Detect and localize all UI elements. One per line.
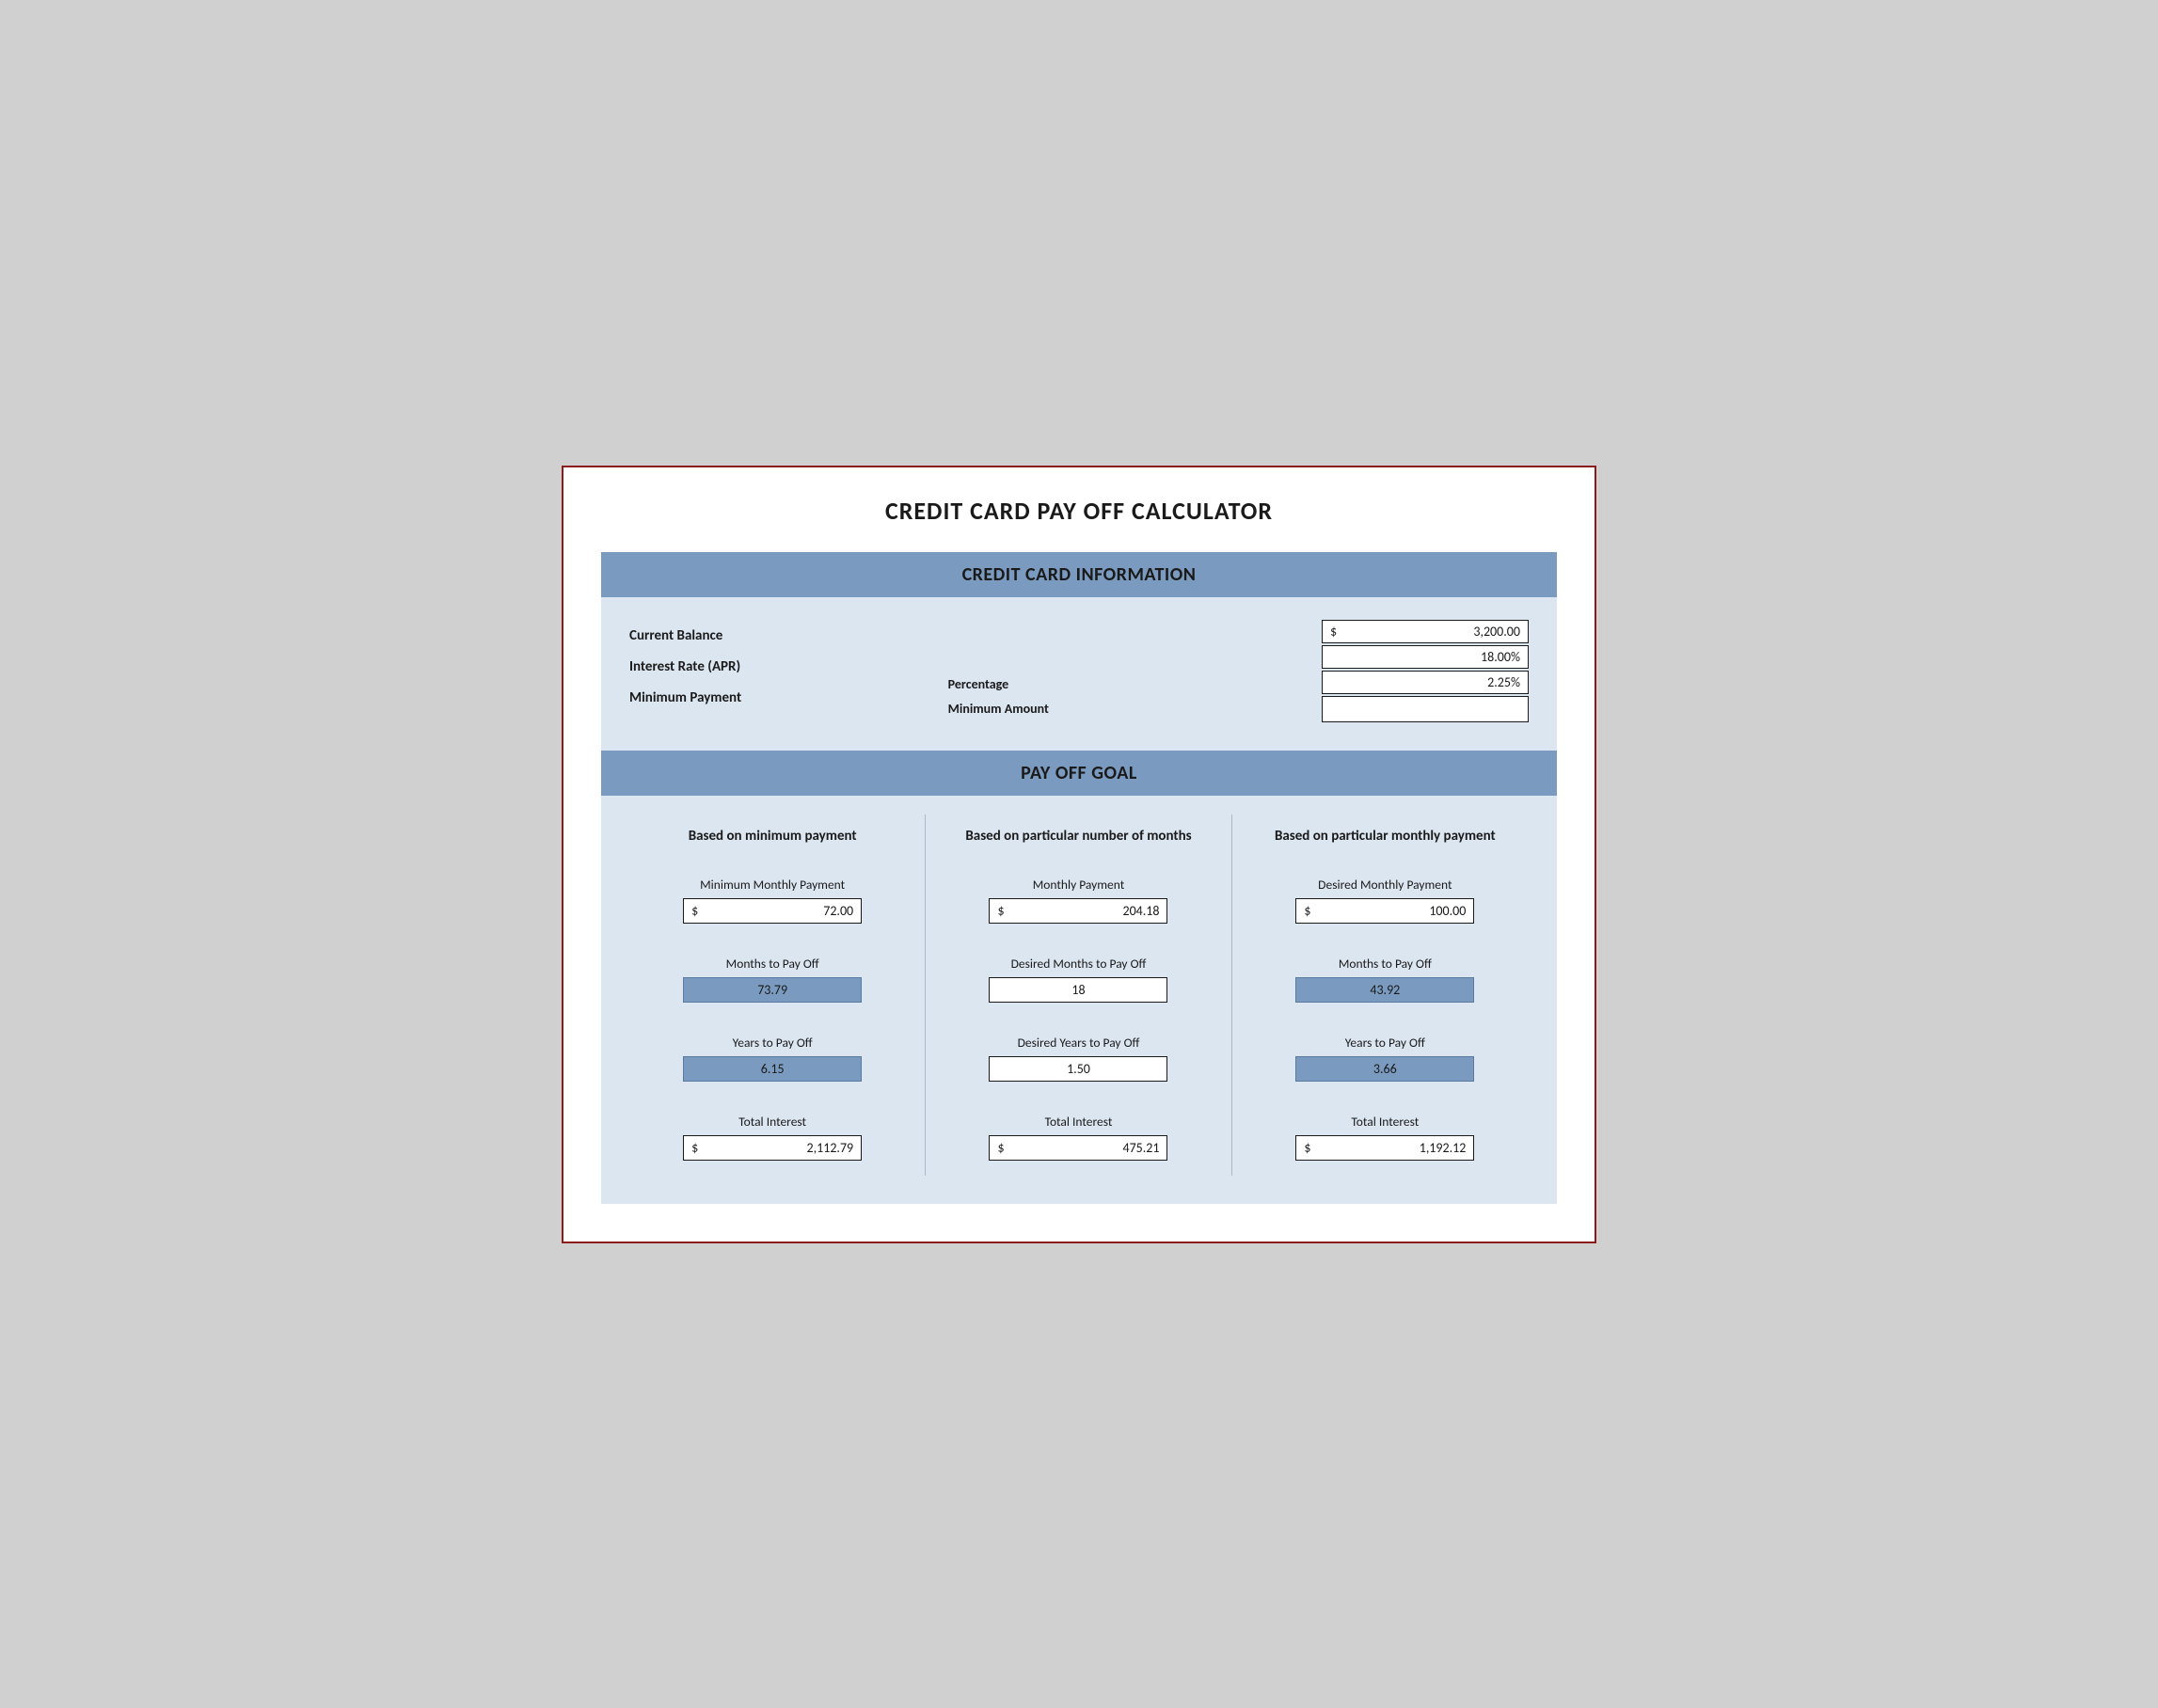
col1-payment-group: Minimum Monthly Payment $ 72.00: [634, 877, 911, 924]
calculator-container: CREDIT CARD PAY OFF CALCULATOR CREDIT CA…: [562, 466, 1596, 1243]
col1-interest-field: $ 2,112.79: [683, 1135, 862, 1161]
minimum-amount-label: Minimum Amount: [948, 697, 1230, 722]
current-balance-label: Current Balance: [629, 624, 929, 649]
col2-payment-label: Monthly Payment: [1033, 877, 1125, 893]
col2-interest-value: 475.21: [1010, 1140, 1160, 1156]
col1-years-group: Years to Pay Off 6.15: [634, 1035, 911, 1082]
col2-interest-group: Total Interest $ 475.21: [940, 1114, 1216, 1161]
col2-interest-field: $ 475.21: [989, 1135, 1167, 1161]
minimum-payment-pct-value: 2.25%: [1330, 674, 1520, 690]
col1-title: Based on minimum payment: [689, 814, 857, 860]
col1-interest-label: Total Interest: [738, 1114, 806, 1130]
col1-payment-field[interactable]: $ 72.00: [683, 898, 862, 924]
col1-months-group: Months to Pay Off 73.79: [634, 956, 911, 1003]
col1-interest-value: 2,112.79: [704, 1140, 853, 1156]
interest-rate-label: Interest Rate (APR): [629, 655, 929, 680]
payoff-section: PAY OFF GOAL Based on minimum payment Mi…: [601, 751, 1557, 1204]
current-balance-value: 3,200.00: [1342, 624, 1520, 640]
col1-months-value: 73.79: [683, 977, 862, 1003]
col2-months-label: Desired Months to Pay Off: [1011, 956, 1147, 972]
col3-interest-label: Total Interest: [1351, 1114, 1419, 1130]
col3-interest-field: $ 1,192.12: [1295, 1135, 1474, 1161]
col2-years-group: Desired Years to Pay Off 1.50: [940, 1035, 1216, 1082]
payoff-col-2: Based on particular number of months Mon…: [926, 814, 1231, 1176]
col3-years-group: Years to Pay Off 3.66: [1246, 1035, 1524, 1082]
col2-months-value[interactable]: 18: [989, 977, 1167, 1003]
credit-info-header: CREDIT CARD INFORMATION: [601, 552, 1557, 597]
col3-payment-label: Desired Monthly Payment: [1318, 877, 1452, 893]
payoff-col-1: Based on minimum payment Minimum Monthly…: [620, 814, 926, 1176]
col2-interest-label: Total Interest: [1045, 1114, 1113, 1130]
interest-rate-value: 18.00%: [1330, 649, 1520, 665]
info-inputs: $ 3,200.00 18.00% 2.25%: [1229, 620, 1529, 724]
col1-interest-group: Total Interest $ 2,112.79: [634, 1114, 911, 1161]
payoff-columns: Based on minimum payment Minimum Monthly…: [601, 796, 1557, 1204]
col2-interest-dollar-icon: $: [997, 1140, 1004, 1156]
percentage-label: Percentage: [948, 672, 1230, 698]
col1-years-label: Years to Pay Off: [733, 1035, 813, 1051]
col3-payment-field[interactable]: $ 100.00: [1295, 898, 1474, 924]
credit-info-section: Current Balance Interest Rate (APR) Mini…: [601, 597, 1557, 751]
main-title: CREDIT CARD PAY OFF CALCULATOR: [601, 496, 1557, 526]
payoff-header: PAY OFF GOAL: [601, 751, 1557, 796]
col2-title: Based on particular number of months: [965, 814, 1191, 860]
dollar-sign-icon: $: [1330, 624, 1337, 640]
col3-years-value: 3.66: [1295, 1056, 1474, 1082]
interest-rate-field[interactable]: 18.00%: [1322, 645, 1529, 669]
col1-interest-dollar-icon: $: [691, 1140, 698, 1156]
current-balance-field[interactable]: $ 3,200.00: [1322, 620, 1529, 643]
col3-months-label: Months to Pay Off: [1339, 956, 1432, 972]
col2-dollar-icon: $: [997, 903, 1004, 919]
info-labels: Current Balance Interest Rate (APR) Mini…: [629, 620, 929, 711]
col3-months-group: Months to Pay Off 43.92: [1246, 956, 1524, 1003]
col3-payment-group: Desired Monthly Payment $ 100.00: [1246, 877, 1524, 924]
col3-interest-group: Total Interest $ 1,192.12: [1246, 1114, 1524, 1161]
col2-payment-value: 204.18: [1010, 903, 1160, 919]
col2-payment-group: Monthly Payment $ 204.18: [940, 877, 1216, 924]
minimum-amount-field[interactable]: [1322, 696, 1529, 722]
col3-years-label: Years to Pay Off: [1345, 1035, 1425, 1051]
col2-years-value: 1.50: [989, 1056, 1167, 1082]
col1-years-value: 6.15: [683, 1056, 862, 1082]
col3-interest-value: 1,192.12: [1316, 1140, 1466, 1156]
col1-payment-label: Minimum Monthly Payment: [700, 877, 845, 893]
minimum-payment-pct-field[interactable]: 2.25%: [1322, 671, 1529, 694]
col2-payment-field[interactable]: $ 204.18: [989, 898, 1167, 924]
col1-payment-value: 72.00: [704, 903, 853, 919]
col3-months-value: 43.92: [1295, 977, 1474, 1003]
col3-interest-dollar-icon: $: [1304, 1140, 1310, 1156]
col2-months-group: Desired Months to Pay Off 18: [940, 956, 1216, 1003]
col3-dollar-icon: $: [1304, 903, 1310, 919]
col2-years-label: Desired Years to Pay Off: [1018, 1035, 1140, 1051]
col3-title: Based on particular monthly payment: [1275, 814, 1496, 860]
col1-dollar-icon: $: [691, 903, 698, 919]
payoff-col-3: Based on particular monthly payment Desi…: [1232, 814, 1538, 1176]
minimum-payment-label: Minimum Payment: [629, 686, 929, 711]
col1-months-label: Months to Pay Off: [726, 956, 819, 972]
credit-info-grid: Current Balance Interest Rate (APR) Mini…: [629, 620, 1529, 724]
info-middle: Percentage Minimum Amount: [929, 620, 1230, 722]
col3-payment-value: 100.00: [1316, 903, 1466, 919]
